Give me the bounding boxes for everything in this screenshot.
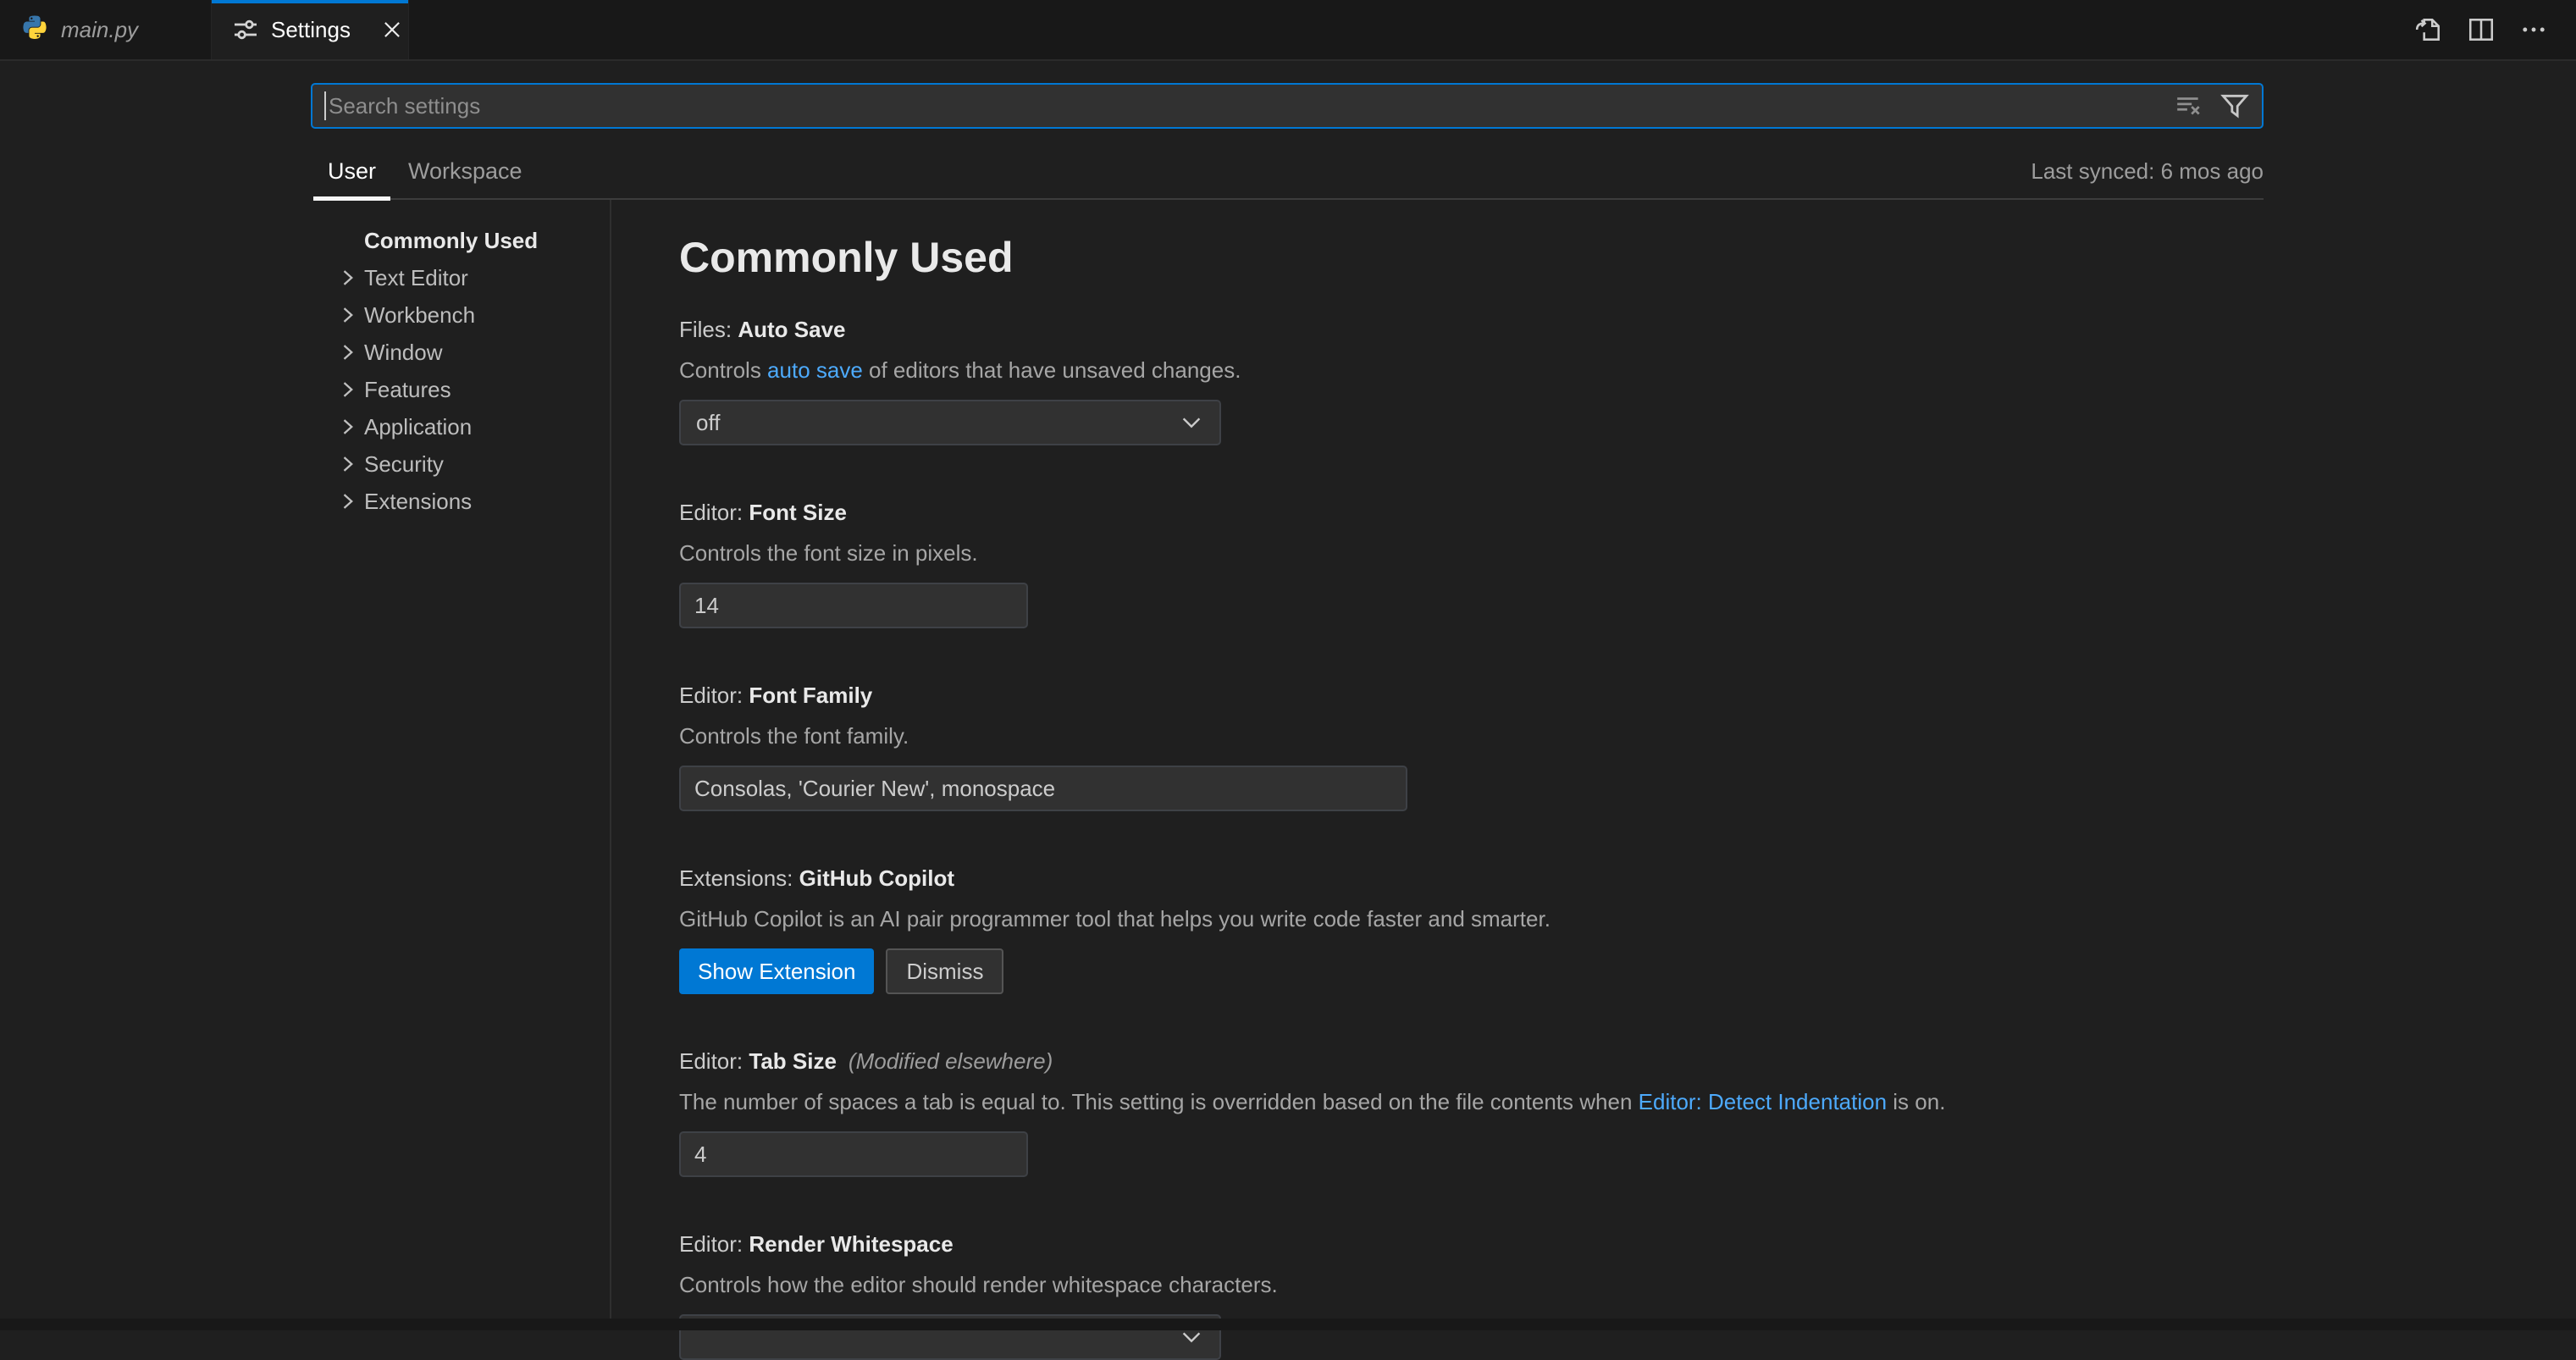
setting-control: off: [679, 400, 2576, 445]
settings-search-bar: [311, 83, 2264, 129]
settings-body: Commonly Used Text Editor Workbench Window F…: [0, 200, 2576, 1330]
tab-settings[interactable]: Settings: [212, 0, 409, 59]
setting-row-tab-size: Editor: Tab Size (Modified elsewhere) The …: [679, 1046, 2576, 1177]
setting-title: Editor: Render Whitespace: [679, 1229, 2576, 1259]
setting-title: Editor: Tab Size (Modified elsewhere): [679, 1046, 2576, 1076]
setting-name: Auto Save: [738, 317, 845, 342]
setting-name: GitHub Copilot: [799, 865, 954, 891]
setting-row-font-size: Editor: Font Size Controls the font size …: [679, 497, 2576, 628]
chevron-right-icon: [335, 340, 364, 364]
tab-label: main.py: [61, 17, 138, 43]
tab-main-py[interactable]: main.py: [0, 0, 212, 59]
python-icon: [20, 15, 49, 44]
setting-control: [679, 583, 2576, 628]
setting-description: Controls auto save of editors that have …: [679, 355, 2576, 385]
dropdown-value: off: [696, 410, 1179, 436]
scope-tab-workspace[interactable]: Workspace: [394, 158, 537, 201]
setting-control: [679, 1131, 2576, 1177]
setting-description: Controls the font size in pixels.: [679, 538, 2576, 568]
chevron-right-icon: [335, 303, 364, 327]
setting-category: Editor:: [679, 1231, 749, 1257]
setting-category: Extensions:: [679, 865, 799, 891]
toc-item-features[interactable]: Features: [0, 371, 610, 408]
toc-item-label: Commonly Used: [364, 228, 538, 254]
chevron-right-icon: [335, 266, 364, 290]
setting-description: Controls how the editor should render wh…: [679, 1269, 2576, 1300]
tab-label: Settings: [271, 17, 351, 43]
toc-item-label: Window: [364, 340, 442, 366]
more-actions-icon[interactable]: [2518, 14, 2549, 45]
close-icon[interactable]: [381, 15, 403, 44]
scope-tab-user[interactable]: User: [313, 158, 390, 201]
modified-elsewhere-note: (Modified elsewhere): [849, 1048, 1053, 1074]
setting-description: The number of spaces a tab is equal to. …: [679, 1086, 2576, 1117]
setting-row-font-family: Editor: Font Family Controls the font fam…: [679, 680, 2576, 811]
toc-item-label: Security: [364, 451, 444, 478]
setting-title: Editor: Font Size: [679, 497, 2576, 528]
setting-title: Extensions: GitHub Copilot: [679, 863, 2576, 893]
setting-name: Render Whitespace: [749, 1231, 953, 1257]
settings-list: Commonly Used Files: Auto Save Controls a…: [613, 200, 2576, 1330]
chevron-right-icon: [335, 489, 364, 513]
toc-item-security[interactable]: Security: [0, 445, 610, 483]
filter-settings-icon[interactable]: [2219, 91, 2250, 121]
setting-row-github-copilot: Extensions: GitHub CopilotGitHub Copilot…: [679, 863, 2576, 994]
setting-title: Files: Auto Save: [679, 314, 2576, 345]
chevron-down-icon: [1179, 410, 1204, 435]
settings-toc: Commonly Used Text Editor Workbench Window F…: [0, 200, 611, 1330]
editor-actions: [2413, 0, 2576, 59]
search-input[interactable]: [329, 85, 2164, 127]
show-extension-button[interactable]: Show Extension: [679, 948, 874, 994]
setting-description: GitHub Copilot is an AI pair programmer …: [679, 904, 2576, 934]
settings-sliders-icon: [232, 15, 259, 44]
dismiss-button[interactable]: Dismiss: [886, 948, 1003, 994]
search-actions: [2174, 91, 2250, 121]
setting-row-render-whitespace: Editor: Render Whitespace Controls how th…: [679, 1229, 2576, 1360]
settings-scope-bar: User Workspace Last synced: 6 mos ago: [313, 144, 2264, 200]
setting-name: Font Size: [749, 500, 847, 525]
setting-link[interactable]: Editor: Detect Indentation: [1639, 1089, 1887, 1114]
clear-settings-search-icon[interactable]: [2174, 91, 2204, 121]
last-synced-label: Last synced: 6 mos ago: [2031, 158, 2264, 198]
toc-item-text-editor[interactable]: Text Editor: [0, 259, 610, 296]
setting-description: Controls the font family.: [679, 721, 2576, 751]
toc-item-workbench[interactable]: Workbench: [0, 296, 610, 334]
font-family-input[interactable]: [679, 766, 1407, 811]
toc-item-application[interactable]: Application: [0, 408, 610, 445]
open-settings-json-icon[interactable]: [2413, 14, 2444, 45]
font-size-input[interactable]: [679, 583, 1028, 628]
editor-tab-bar: main.py Settings: [0, 0, 2576, 61]
toc-item-commonly-used[interactable]: Commonly Used: [0, 222, 610, 259]
setting-name: Font Family: [749, 683, 872, 708]
toc-item-label: Application: [364, 414, 472, 440]
chevron-right-icon: [335, 452, 364, 476]
chevron-right-icon: [335, 378, 364, 401]
setting-control: [679, 766, 2576, 811]
group-title: Commonly Used: [679, 235, 2576, 279]
setting-title: Editor: Font Family: [679, 680, 2576, 710]
toc-item-extensions[interactable]: Extensions: [0, 483, 610, 520]
toc-item-label: Workbench: [364, 302, 475, 329]
toc-item-window[interactable]: Window: [0, 334, 610, 371]
tab-size-input[interactable]: [679, 1131, 1028, 1177]
setting-row-auto-save: Files: Auto Save Controls auto save of ed…: [679, 314, 2576, 445]
auto-save-dropdown[interactable]: off: [679, 400, 1221, 445]
toc-item-label: Features: [364, 377, 451, 403]
toc-item-label: Text Editor: [364, 265, 468, 291]
window-bottom-edge: [0, 1319, 2576, 1330]
toc-item-label: Extensions: [364, 489, 472, 515]
text-caret: [324, 91, 326, 120]
setting-category: Editor:: [679, 683, 749, 708]
chevron-right-icon: [335, 415, 364, 439]
setting-name: Tab Size: [749, 1048, 837, 1074]
setting-control: Show Extension Dismiss: [679, 948, 2576, 994]
setting-category: Editor:: [679, 500, 749, 525]
split-editor-icon[interactable]: [2466, 14, 2496, 45]
setting-category: Editor:: [679, 1048, 749, 1074]
setting-category: Files:: [679, 317, 738, 342]
setting-link[interactable]: auto save: [767, 357, 863, 383]
